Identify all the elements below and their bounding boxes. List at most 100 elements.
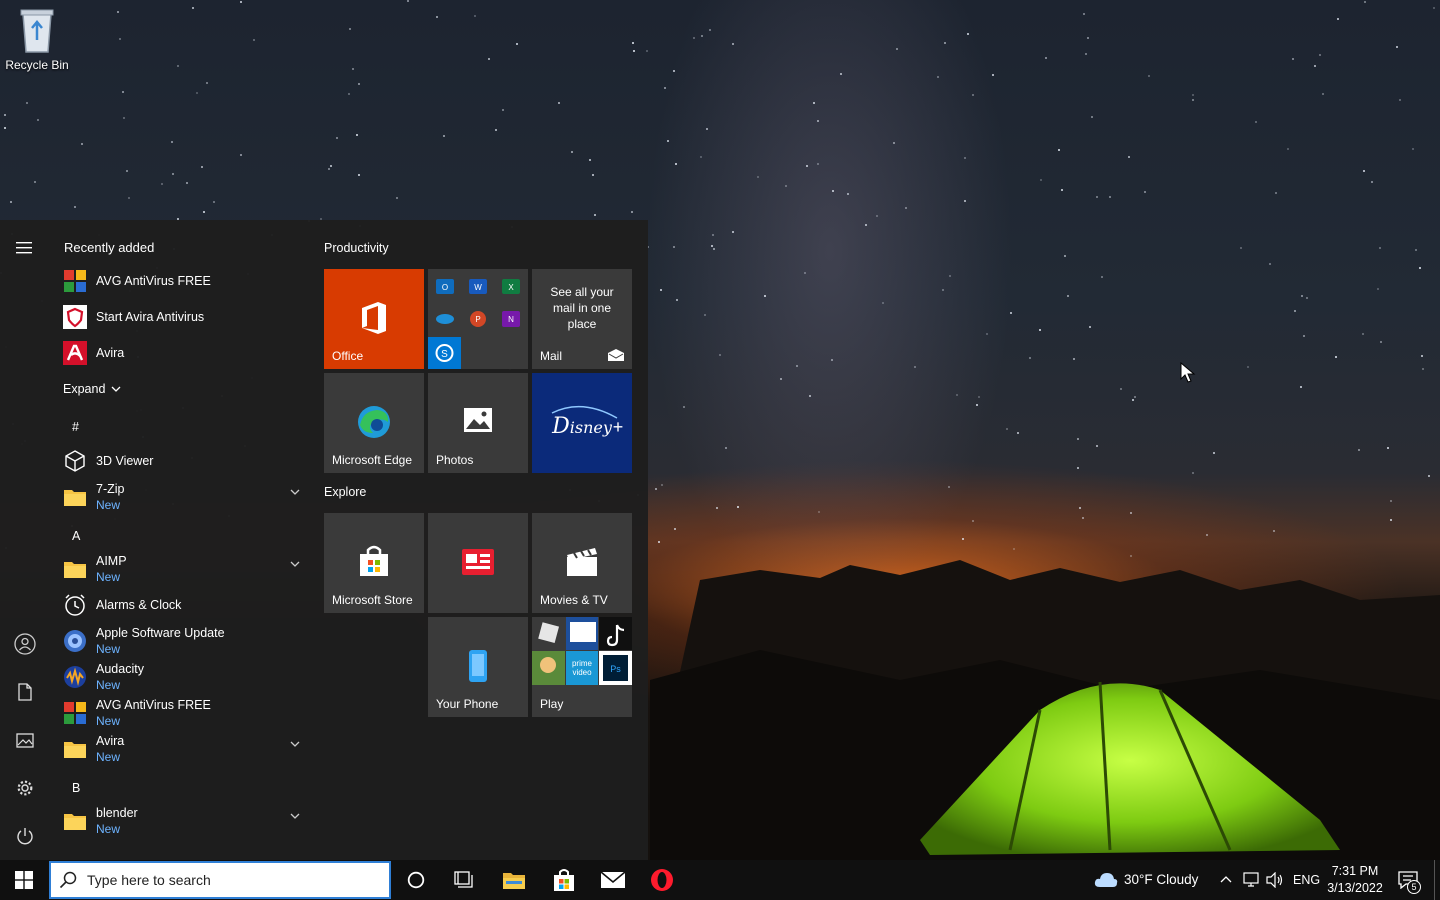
tile-microsoft-edge[interactable]: Microsoft Edge	[324, 373, 424, 473]
star	[349, 28, 351, 30]
star	[1040, 179, 1042, 181]
star	[240, 1, 242, 3]
recent-item-start-avira[interactable]: Start Avira Antivirus	[62, 300, 306, 334]
expand-button[interactable]: Expand	[63, 382, 121, 396]
star	[1399, 99, 1401, 101]
play-games-icon: primevideo Ps	[532, 617, 632, 685]
app-avira-folder[interactable]: Avira New	[62, 732, 306, 766]
task-view-icon	[454, 871, 473, 888]
app-label: blender	[96, 806, 138, 820]
new-badge: New	[96, 570, 121, 584]
tile-movies-tv[interactable]: Movies & TV	[532, 513, 632, 613]
star	[809, 395, 811, 397]
notification-center-button[interactable]: 5	[1394, 869, 1422, 894]
settings-button[interactable]	[0, 768, 50, 808]
recycle-bin[interactable]: Recycle Bin	[4, 6, 70, 72]
show-desktop-button[interactable]	[1434, 860, 1440, 900]
star	[502, 109, 504, 111]
search-input[interactable]	[87, 872, 367, 888]
star	[128, 197, 130, 199]
3d-cube-icon	[62, 448, 88, 474]
clock-time: 7:31 PM	[1331, 864, 1379, 878]
star	[171, 141, 173, 143]
app-aimp-folder[interactable]: AIMP New	[62, 552, 306, 586]
svg-text:Ps: Ps	[610, 664, 621, 674]
app-avg-antivirus[interactable]: AVG AntiVirus FREE New	[62, 696, 306, 730]
opera-browser-button[interactable]	[638, 860, 686, 900]
tile-office[interactable]: Office	[324, 269, 424, 369]
star	[1039, 329, 1041, 331]
app-apple-software-update[interactable]: Apple Software Update New	[62, 624, 306, 658]
star	[336, 137, 338, 139]
star	[693, 37, 695, 39]
power-button[interactable]	[0, 816, 50, 856]
volume-icon[interactable]	[1266, 872, 1284, 888]
star	[122, 91, 124, 93]
weather-widget[interactable]: 30°F Cloudy	[1124, 872, 1198, 887]
star	[1335, 356, 1337, 358]
star	[1087, 37, 1089, 39]
pictures-button[interactable]	[0, 720, 50, 760]
tile-microsoft-store[interactable]: Microsoft Store	[324, 513, 424, 613]
app-alarms-clock[interactable]: Alarms & Clock	[62, 588, 306, 622]
star	[1079, 507, 1081, 509]
section-hash[interactable]: #	[72, 420, 79, 434]
account-button[interactable]	[0, 624, 50, 664]
svg-text:video: video	[572, 668, 592, 677]
app-audacity[interactable]: Audacity New	[62, 660, 306, 694]
cortana-button[interactable]	[392, 860, 440, 900]
group-title-productivity: Productivity	[324, 241, 389, 255]
star	[706, 128, 708, 130]
star	[352, 68, 354, 70]
star	[1096, 196, 1098, 198]
recent-item-avg[interactable]: AVG AntiVirus FREE	[62, 264, 306, 298]
star	[713, 248, 715, 250]
hamburger-menu-button[interactable]	[0, 228, 50, 268]
taskbar-search-box[interactable]	[49, 861, 391, 899]
star	[196, 92, 198, 94]
tile-news[interactable]	[428, 513, 528, 613]
star	[26, 102, 28, 104]
folder-icon	[62, 736, 88, 762]
language-indicator[interactable]: ENG	[1293, 873, 1320, 887]
tile-photos[interactable]: Photos	[428, 373, 528, 473]
tile-disney-plus[interactable]: Disney +	[532, 373, 632, 473]
start-button[interactable]	[0, 860, 48, 900]
star	[117, 11, 119, 13]
star	[1300, 386, 1302, 388]
section-b[interactable]: B	[72, 781, 80, 795]
app-3d-viewer[interactable]: 3D Viewer	[62, 444, 306, 478]
chevron-up-icon[interactable]	[1220, 875, 1232, 883]
tile-play-folder[interactable]: prime video Ps Play	[532, 617, 632, 717]
svg-text:X: X	[508, 283, 514, 292]
star	[161, 183, 163, 185]
app-7zip-folder[interactable]: 7-Zip New	[62, 480, 306, 514]
app-blender-folder[interactable]: blender New	[62, 804, 306, 838]
section-a[interactable]: A	[72, 529, 80, 543]
star	[962, 538, 964, 540]
task-view-button[interactable]	[440, 860, 488, 900]
star	[1073, 358, 1075, 360]
taskbar-store-button[interactable]	[540, 860, 588, 900]
star	[4, 127, 6, 129]
tile-mail[interactable]: See all your mail in one place Mail	[532, 269, 632, 369]
file-explorer-button[interactable]	[490, 860, 538, 900]
documents-button[interactable]	[0, 672, 50, 712]
start-rail	[0, 220, 50, 860]
clock[interactable]: 7:31 PM 3/13/2022	[1322, 863, 1388, 897]
star	[396, 197, 398, 199]
star	[712, 234, 714, 236]
taskbar-mail-button[interactable]	[589, 860, 637, 900]
star	[972, 94, 974, 96]
star	[732, 231, 734, 233]
app-list: Recently added AVG AntiVirus FREE Start …	[50, 220, 308, 860]
cortana-circle-icon	[407, 871, 425, 889]
recent-item-avira[interactable]: Avira	[62, 336, 306, 370]
tile-label: Movies & TV	[540, 593, 608, 607]
network-icon[interactable]	[1243, 872, 1261, 888]
green-tent	[920, 681, 1340, 855]
star	[594, 214, 596, 216]
tile-office-apps-folder[interactable]: O W X P N S	[428, 269, 528, 369]
star	[1390, 519, 1392, 521]
tile-your-phone[interactable]: Your Phone	[428, 617, 528, 717]
